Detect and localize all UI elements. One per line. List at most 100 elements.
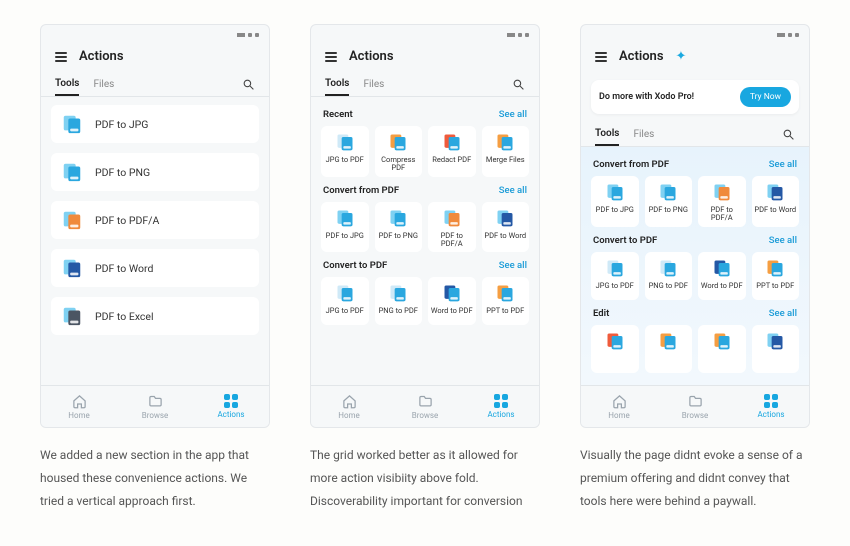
action-label: PDF to PDF/A (700, 206, 744, 223)
compress-icon (388, 132, 408, 152)
menu-icon[interactable] (325, 52, 337, 62)
search-icon[interactable] (782, 128, 795, 141)
content-grid: Convert from PDF See all PDF to JPG PDF … (581, 147, 809, 385)
menu-icon[interactable] (55, 52, 67, 62)
tab-tools[interactable]: Tools (595, 122, 619, 146)
nav-home-label: Home (608, 411, 630, 420)
content-grid: Recent See all JPG to PDF Compress PDF (311, 97, 539, 385)
nav-home[interactable]: Home (581, 386, 657, 427)
action-card[interactable]: JPG to PDF (591, 252, 639, 300)
search-icon[interactable] (512, 78, 525, 91)
action-card[interactable] (752, 325, 800, 373)
action-label: PNG to PDF (379, 307, 418, 321)
ppt-pdf-icon (495, 283, 515, 303)
action-card[interactable] (591, 325, 639, 373)
pdf-word-icon (765, 182, 785, 202)
action-card[interactable]: PPT to PDF (482, 277, 530, 325)
nav-browse[interactable]: Browse (117, 386, 193, 427)
menu-icon[interactable] (595, 52, 607, 62)
action-label: PDF to Word (484, 232, 526, 246)
action-label: PDF to PNG (649, 206, 688, 220)
section-title: Edit (593, 308, 609, 319)
action-card[interactable]: PDF to PNG (645, 176, 693, 227)
action-card[interactable]: PNG to PDF (375, 277, 423, 325)
action-label: Word to PDF (701, 282, 743, 296)
home-icon (72, 394, 87, 409)
action-grid: JPG to PDF PNG to PDF Word to PDF (591, 252, 799, 300)
nav-actions[interactable]: Actions (463, 386, 539, 427)
section-title: Convert to PDF (593, 235, 657, 246)
tabs: Tools Files (581, 122, 809, 147)
action-label: PPT to PDF (486, 307, 524, 321)
action-label: PDF to PNG (95, 166, 150, 179)
action-card[interactable]: PNG to PDF (645, 252, 693, 300)
action-card[interactable]: PDF to Word (482, 202, 530, 253)
action-card[interactable]: PDF to PNG (375, 202, 423, 253)
promo-text: Do more with Xodo Pro! (599, 92, 694, 102)
home-icon (612, 394, 627, 409)
action-grid: JPG to PDF Compress PDF Redact PDF (321, 126, 529, 177)
see-all-link[interactable]: See all (769, 308, 797, 319)
action-card[interactable]: PDF to JPG (591, 176, 639, 227)
nav-home[interactable]: Home (311, 386, 387, 427)
tab-files[interactable]: Files (93, 73, 114, 95)
see-all-link[interactable]: See all (499, 185, 527, 196)
section-header: Convert to PDF See all (593, 235, 797, 246)
action-card[interactable] (645, 325, 693, 373)
action-label: PDF to Excel (95, 310, 154, 323)
word-pdf-icon (442, 283, 462, 303)
see-all-link[interactable]: See all (499, 109, 527, 120)
action-label: Merge Files (486, 156, 525, 170)
nav-actions[interactable]: Actions (733, 386, 809, 427)
action-card[interactable]: Redact PDF (428, 126, 476, 177)
action-card[interactable]: Word to PDF (698, 252, 746, 300)
action-grid: PDF to JPG PDF to PNG PDF to PDF/A (321, 202, 529, 253)
nav-home-label: Home (68, 411, 90, 420)
action-card[interactable]: PDF to PDF/A (428, 202, 476, 253)
tab-tools[interactable]: Tools (325, 72, 349, 96)
action-card[interactable]: PDF to PDF/A (698, 176, 746, 227)
action-grid (591, 325, 799, 373)
tab-files[interactable]: Files (633, 123, 654, 145)
pdf-pdfa-icon (712, 182, 732, 202)
promo-cta-button[interactable]: Try Now (740, 87, 791, 107)
action-card[interactable]: JPG to PDF (321, 277, 369, 325)
action-list-item[interactable]: PDF to PDF/A (51, 201, 259, 239)
nav-home[interactable]: Home (41, 386, 117, 427)
pdf-jpg-icon (605, 182, 625, 202)
action-label: PDF to PDF/A (95, 214, 159, 227)
see-all-link[interactable]: See all (769, 159, 797, 170)
nav-browse[interactable]: Browse (387, 386, 463, 427)
action-list-item[interactable]: PDF to Excel (51, 297, 259, 335)
section-header: Recent See all (323, 109, 527, 120)
search-icon[interactable] (242, 78, 255, 91)
phone-mock: Actions Tools Files Recent See all JPG t… (310, 24, 540, 428)
see-all-link[interactable]: See all (499, 260, 527, 271)
action-list-item[interactable]: PDF to JPG (51, 105, 259, 143)
action-card[interactable]: PDF to JPG (321, 202, 369, 253)
action-list-item[interactable]: PDF to Word (51, 249, 259, 287)
action-card[interactable]: PDF to Word (752, 176, 800, 227)
tab-files[interactable]: Files (363, 73, 384, 95)
action-card[interactable]: Word to PDF (428, 277, 476, 325)
nav-actions[interactable]: Actions (193, 386, 269, 427)
action-card[interactable]: Compress PDF (375, 126, 423, 177)
pdf-word-icon (495, 208, 515, 228)
action-card[interactable]: JPG to PDF (321, 126, 369, 177)
action-label: Compress PDF (377, 156, 421, 173)
status-bar (41, 25, 269, 39)
action-card[interactable]: Merge Files (482, 126, 530, 177)
action-card[interactable]: PPT to PDF (752, 252, 800, 300)
action-card[interactable] (698, 325, 746, 373)
app-header: Actions (311, 39, 539, 72)
action-label: PDF to JPG (596, 206, 634, 220)
see-all-link[interactable]: See all (769, 235, 797, 246)
tab-tools[interactable]: Tools (55, 72, 79, 96)
app-header: Actions (41, 39, 269, 72)
jpg-pdf-icon (605, 258, 625, 278)
png-pdf-icon (658, 258, 678, 278)
bottom-nav: Home Browse Actions (581, 385, 809, 427)
caption-text: Visually the page didnt evoke a sense of… (580, 444, 810, 512)
action-list-item[interactable]: PDF to PNG (51, 153, 259, 191)
nav-browse[interactable]: Browse (657, 386, 733, 427)
